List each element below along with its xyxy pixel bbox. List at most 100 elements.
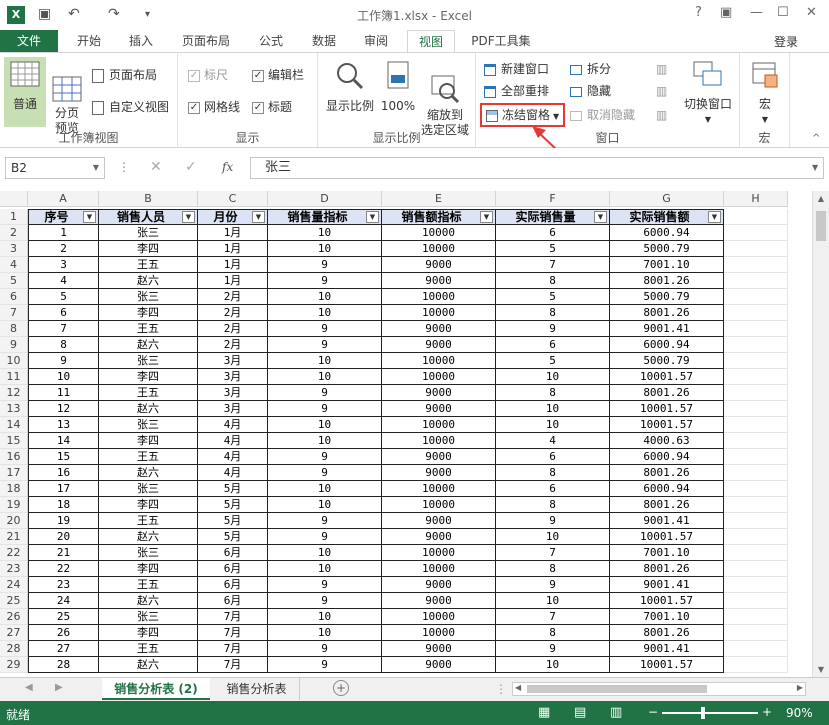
- row-header[interactable]: 23: [0, 561, 28, 577]
- column-header[interactable]: D: [268, 191, 382, 207]
- empty-cell[interactable]: [724, 449, 788, 465]
- row-header[interactable]: 4: [0, 257, 28, 273]
- table-cell[interactable]: 9: [268, 513, 382, 529]
- row-header[interactable]: 14: [0, 417, 28, 433]
- table-cell[interactable]: 7001.10: [610, 609, 724, 625]
- table-cell[interactable]: 10000: [382, 289, 496, 305]
- table-cell[interactable]: 10: [28, 369, 99, 385]
- table-cell[interactable]: 10001.57: [610, 657, 724, 673]
- row-header[interactable]: 26: [0, 609, 28, 625]
- table-cell[interactable]: 21: [28, 545, 99, 561]
- table-cell[interactable]: 3月: [198, 369, 268, 385]
- table-cell[interactable]: 9000: [382, 657, 496, 673]
- table-cell[interactable]: 9: [496, 641, 610, 657]
- empty-cell[interactable]: [724, 273, 788, 289]
- scroll-up-icon[interactable]: ▲: [813, 194, 829, 203]
- formula-bar-checkbox[interactable]: ✓ 编辑栏: [252, 65, 304, 85]
- formula-input[interactable]: 张三: [250, 157, 824, 179]
- table-cell[interactable]: 17: [28, 481, 99, 497]
- scroll-right-icon[interactable]: ▶: [797, 683, 803, 692]
- table-cell[interactable]: 5月: [198, 513, 268, 529]
- table-cell[interactable]: 10001.57: [610, 417, 724, 433]
- table-cell[interactable]: 张三: [99, 417, 198, 433]
- zoom-level[interactable]: 90%: [786, 706, 813, 720]
- login-link[interactable]: 登录: [774, 33, 798, 50]
- empty-cell[interactable]: [724, 529, 788, 545]
- table-cell[interactable]: 4000.63: [610, 433, 724, 449]
- table-cell[interactable]: 2月: [198, 321, 268, 337]
- table-cell[interactable]: 李四: [99, 241, 198, 257]
- table-cell[interactable]: 6月: [198, 577, 268, 593]
- column-header[interactable]: F: [496, 191, 610, 207]
- tab-insert[interactable]: 插入: [120, 30, 162, 52]
- table-cell[interactable]: 5000.79: [610, 353, 724, 369]
- header-cell[interactable]: 月份 ▼: [198, 209, 268, 225]
- table-cell[interactable]: 9: [496, 577, 610, 593]
- table-cell[interactable]: 7: [496, 609, 610, 625]
- table-cell[interactable]: 8: [496, 465, 610, 481]
- table-cell[interactable]: 10: [496, 401, 610, 417]
- zoom-out-icon[interactable]: −: [648, 705, 658, 719]
- empty-cell[interactable]: [724, 401, 788, 417]
- table-cell[interactable]: 4月: [198, 433, 268, 449]
- table-cell[interactable]: 2月: [198, 305, 268, 321]
- empty-cell[interactable]: [724, 465, 788, 481]
- table-cell[interactable]: 王五: [99, 257, 198, 273]
- table-cell[interactable]: 李四: [99, 561, 198, 577]
- row-header[interactable]: 29: [0, 657, 28, 673]
- table-cell[interactable]: 5月: [198, 529, 268, 545]
- normal-view-icon[interactable]: ▦: [538, 705, 550, 720]
- table-cell[interactable]: 张三: [99, 289, 198, 305]
- table-cell[interactable]: 10: [496, 529, 610, 545]
- select-all-corner[interactable]: [0, 191, 28, 207]
- table-cell[interactable]: 9000: [382, 529, 496, 545]
- table-cell[interactable]: 10: [268, 369, 382, 385]
- tab-formulas[interactable]: 公式: [250, 30, 292, 52]
- next-sheet-icon[interactable]: ▶: [55, 682, 63, 693]
- table-cell[interactable]: 李四: [99, 369, 198, 385]
- table-cell[interactable]: 王五: [99, 385, 198, 401]
- table-cell[interactable]: 9001.41: [610, 577, 724, 593]
- table-cell[interactable]: 赵六: [99, 529, 198, 545]
- table-cell[interactable]: 10: [496, 593, 610, 609]
- row-header[interactable]: 8: [0, 321, 28, 337]
- table-cell[interactable]: 10: [268, 417, 382, 433]
- cancel-icon[interactable]: ✕: [150, 159, 162, 175]
- maximize-icon[interactable]: ☐: [777, 5, 789, 20]
- zoom-button[interactable]: 显示比例: [322, 57, 378, 129]
- table-cell[interactable]: 8: [496, 625, 610, 641]
- table-cell[interactable]: 张三: [99, 545, 198, 561]
- empty-cell[interactable]: [724, 289, 788, 305]
- table-cell[interactable]: 10000: [382, 225, 496, 241]
- table-cell[interactable]: 10000: [382, 433, 496, 449]
- table-cell[interactable]: 9000: [382, 337, 496, 353]
- table-cell[interactable]: 8001.26: [610, 497, 724, 513]
- table-cell[interactable]: 10001.57: [610, 369, 724, 385]
- table-cell[interactable]: 9000: [382, 577, 496, 593]
- table-cell[interactable]: 张三: [99, 225, 198, 241]
- table-cell[interactable]: 2: [28, 241, 99, 257]
- table-cell[interactable]: 4月: [198, 417, 268, 433]
- split-button[interactable]: 拆分: [570, 59, 611, 79]
- table-cell[interactable]: 13: [28, 417, 99, 433]
- tab-file[interactable]: 文件: [0, 30, 58, 52]
- switch-windows-button[interactable]: 切换窗口 ▼: [680, 57, 736, 129]
- empty-cell[interactable]: [724, 657, 788, 673]
- table-cell[interactable]: 9001.41: [610, 641, 724, 657]
- table-cell[interactable]: 8001.26: [610, 385, 724, 401]
- table-cell[interactable]: 9001.41: [610, 321, 724, 337]
- table-cell[interactable]: 10: [268, 241, 382, 257]
- tab-home[interactable]: 开始: [68, 30, 110, 52]
- table-cell[interactable]: 7: [496, 257, 610, 273]
- table-cell[interactable]: 10: [496, 417, 610, 433]
- table-cell[interactable]: 7月: [198, 625, 268, 641]
- table-cell[interactable]: 10000: [382, 625, 496, 641]
- table-cell[interactable]: 10: [268, 289, 382, 305]
- table-cell[interactable]: 2月: [198, 337, 268, 353]
- table-cell[interactable]: 李四: [99, 433, 198, 449]
- zoom-slider-thumb[interactable]: [701, 707, 705, 719]
- empty-cell[interactable]: [724, 305, 788, 321]
- row-header[interactable]: 27: [0, 625, 28, 641]
- table-cell[interactable]: 4: [496, 433, 610, 449]
- table-cell[interactable]: 赵六: [99, 465, 198, 481]
